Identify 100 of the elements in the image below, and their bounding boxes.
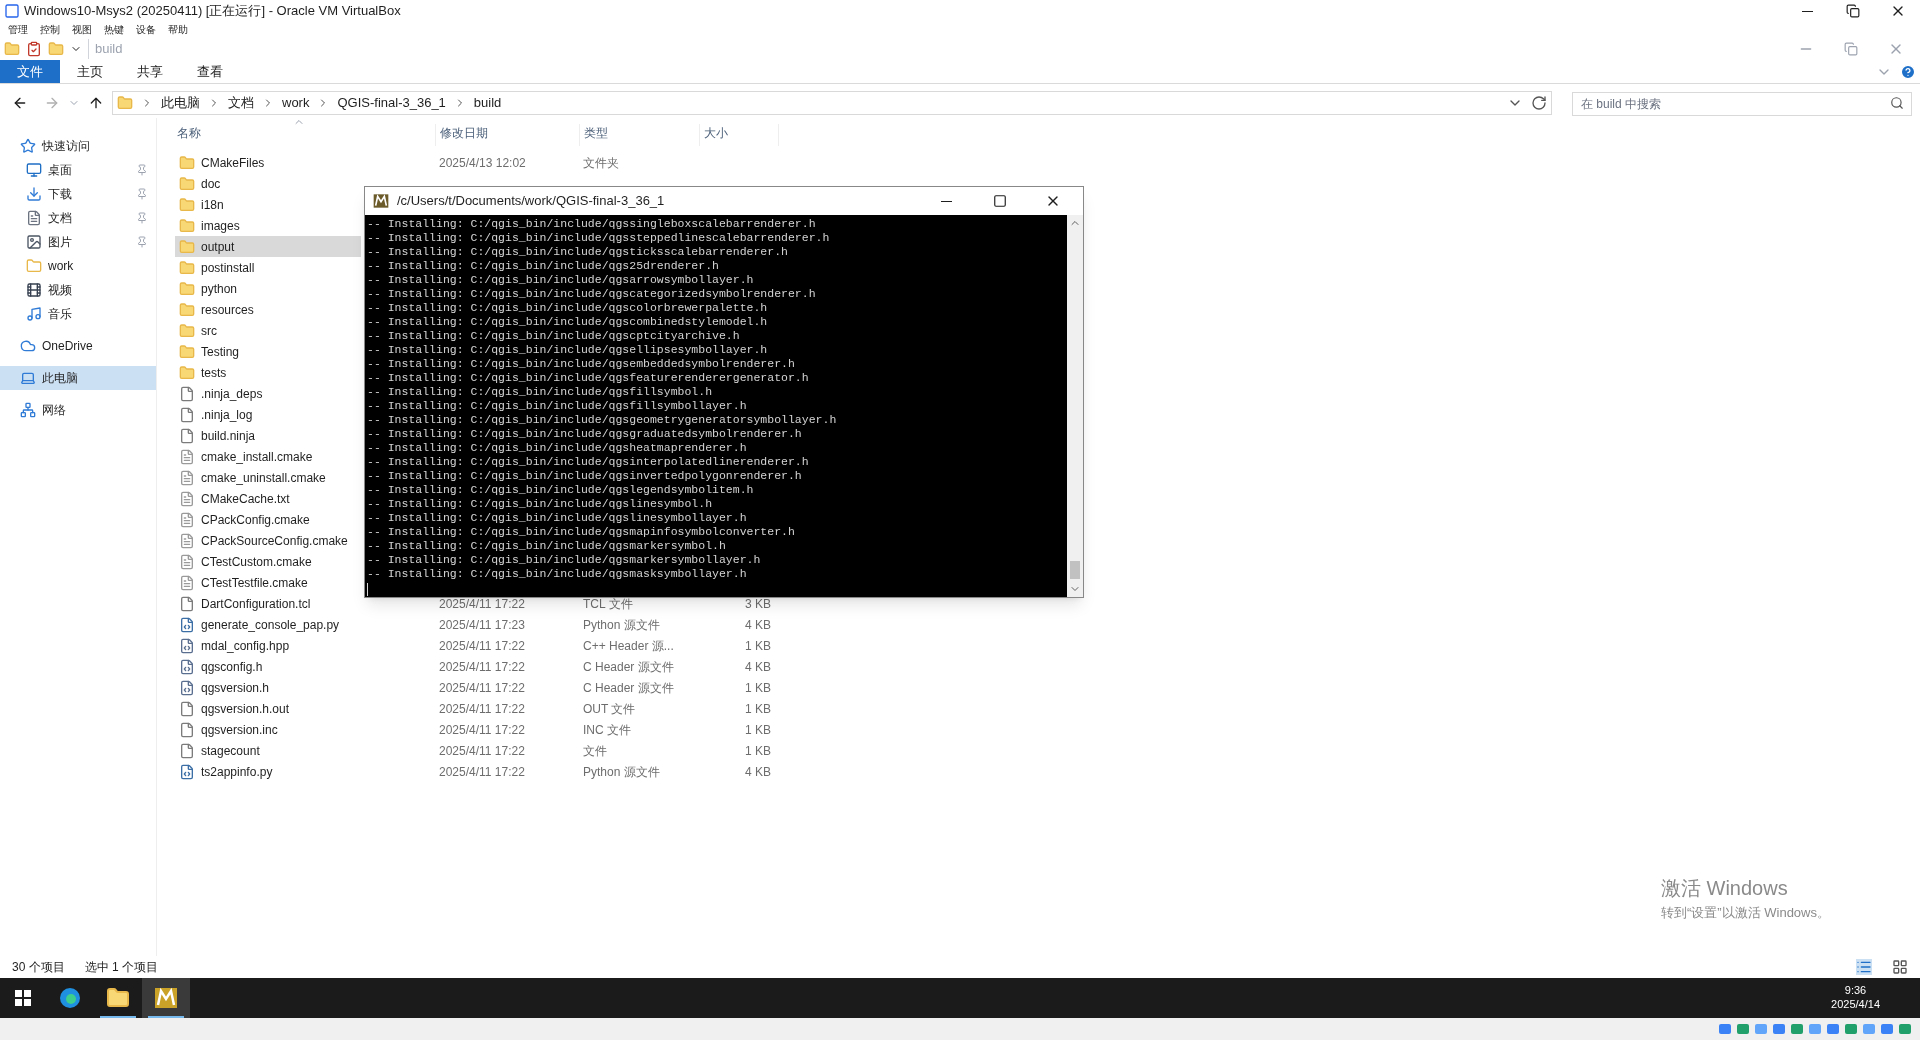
ribbon-tab[interactable]: 主页 <box>60 60 120 83</box>
menu-item[interactable]: 设备 <box>136 25 156 35</box>
nav-item[interactable]: 视频 <box>0 278 156 302</box>
ribbon-tab[interactable]: 文件 <box>0 60 60 83</box>
file-row[interactable]: qgsconfig.h 2025/4/11 17:22 C Header 源文件 4 KB <box>175 656 779 677</box>
nav-item[interactable]: 此电脑 <box>0 366 156 390</box>
device-icon <box>1880 1022 1894 1036</box>
file-row[interactable]: src <box>175 320 361 341</box>
file-size: 3 KB <box>745 596 771 611</box>
file-row[interactable]: build.ninja <box>175 425 361 446</box>
file-size: 4 KB <box>745 617 771 632</box>
taskbar-app[interactable] <box>142 978 190 1018</box>
search-field[interactable]: 在 build 中搜索 <box>1572 92 1912 116</box>
breadcrumb-item[interactable]: 此电脑 <box>161 93 200 113</box>
file-row[interactable]: qgsversion.h.out 2025/4/11 17:22 OUT 文件 1 KB <box>175 698 779 719</box>
breadcrumb-item[interactable]: 文档 <box>228 93 254 113</box>
file-row[interactable]: output <box>175 236 361 257</box>
film-icon <box>26 282 42 298</box>
nav-item[interactable]: 文档 <box>0 206 156 230</box>
file-name: Testing <box>201 343 240 361</box>
folder-icon <box>179 175 195 192</box>
tiles-view-icon[interactable] <box>1892 959 1908 975</box>
text-file-icon <box>179 511 195 528</box>
nav-item[interactable]: 快速访问 <box>0 134 156 158</box>
breadcrumb-item[interactable]: QGIS-final-3_36_1 <box>337 93 446 113</box>
file-row[interactable]: CPackSourceConfig.cmake <box>175 530 361 551</box>
file-row[interactable]: Testing <box>175 341 361 362</box>
folder-icon[interactable] <box>4 41 20 57</box>
search-icon <box>1890 96 1904 110</box>
menu-item[interactable]: 热键 <box>104 25 124 35</box>
file-row[interactable]: i18n <box>175 194 361 215</box>
folder-icon <box>179 301 195 318</box>
nav-item[interactable]: OneDrive <box>0 334 156 358</box>
help-icon[interactable] <box>1900 63 1916 80</box>
script-file-icon <box>179 763 195 780</box>
file-size: 1 KB <box>745 638 771 653</box>
column-header[interactable]: 类型 <box>579 124 699 146</box>
file-row[interactable]: ts2appinfo.py 2025/4/11 17:22 Python 源文件 4 KB <box>175 761 779 782</box>
file-row[interactable]: CPackConfig.cmake <box>175 509 361 530</box>
file-row[interactable]: mdal_config.hpp 2025/4/11 17:22 C++ Header 源... 1 KB <box>175 635 779 656</box>
terminal-line: -- Installing: C:/qgis_bin/include/qgsheatmaprenderer.h <box>367 441 748 455</box>
file-row[interactable]: resources <box>175 299 361 320</box>
column-header[interactable]: 修改日期 <box>435 124 579 146</box>
refresh-icon[interactable] <box>1531 95 1547 111</box>
address-bar[interactable]: 此电脑 文档 work QGIS-final-3_36_1 build <box>112 91 1552 115</box>
file-row[interactable]: qgsversion.h 2025/4/11 17:22 C Header 源文件 1 KB <box>175 677 779 698</box>
terminal-line: -- Installing: C:/qgis_bin/include/qgscolorbrewerpalette.h <box>367 301 769 315</box>
new-folder-icon[interactable] <box>48 41 64 57</box>
column-header[interactable]: 大小 <box>699 124 779 146</box>
clock-date: 2025/4/14 <box>1831 998 1880 1012</box>
scroll-thumb[interactable] <box>1070 561 1080 579</box>
nav-item[interactable]: 网络 <box>0 398 156 422</box>
star-icon <box>20 138 36 154</box>
music-icon <box>26 306 42 322</box>
scrollbar[interactable] <box>1067 215 1083 597</box>
file-row[interactable]: stagecount 2025/4/11 17:22 文件 1 KB <box>175 740 779 761</box>
ribbon-tab[interactable]: 共享 <box>120 60 180 83</box>
forward-icon[interactable] <box>44 95 60 111</box>
file-row[interactable]: cmake_install.cmake <box>175 446 361 467</box>
nav-item[interactable]: 下载 <box>0 182 156 206</box>
file-row[interactable]: CMakeFiles 2025/4/13 12:02 文件夹 <box>175 152 779 173</box>
folder-icon <box>106 986 130 1010</box>
text-file-icon <box>179 532 195 549</box>
file-row[interactable]: CMakeCache.txt <box>175 488 361 509</box>
terminal-line: -- Installing: C:/qgis_bin/include/qgsgraduatedsymbolrenderer.h <box>367 427 803 441</box>
breadcrumb-item[interactable]: build <box>473 93 502 113</box>
breadcrumb-item[interactable]: work <box>282 93 310 113</box>
terminal-line: -- Installing: C:/qgis_bin/include/qgscptcityarchive.h <box>367 329 741 343</box>
nav-item[interactable]: 图片 <box>0 230 156 254</box>
ribbon-tab[interactable]: 查看 <box>180 60 240 83</box>
file-row[interactable]: python <box>175 278 361 299</box>
file-row[interactable]: CTestCustom.cmake <box>175 551 361 572</box>
file-row[interactable]: qgsversion.inc 2025/4/11 17:22 INC 文件 1 KB <box>175 719 779 740</box>
file-row[interactable]: generate_console_pap.py 2025/4/11 17:23 Python 源文件 4 KB <box>175 614 779 635</box>
file-row[interactable]: postinstall <box>175 257 361 278</box>
up-icon[interactable] <box>88 95 104 111</box>
column-header[interactable]: 名称 <box>175 124 435 146</box>
back-icon[interactable] <box>12 95 28 111</box>
minimize-icon <box>1802 10 1813 12</box>
file-row[interactable]: images <box>175 215 361 236</box>
file-row[interactable]: CTestTestfile.cmake <box>175 572 361 593</box>
app-icon <box>4 3 20 19</box>
menu-item[interactable]: 视图 <box>72 25 92 35</box>
nav-item[interactable]: 音乐 <box>0 302 156 326</box>
file-row[interactable]: tests <box>175 362 361 383</box>
nav-item[interactable]: 桌面 <box>0 158 156 182</box>
menu-item[interactable]: 控制 <box>40 25 60 35</box>
menu-item[interactable]: 帮助 <box>168 25 188 35</box>
file-row[interactable]: .ninja_log <box>175 404 361 425</box>
terminal-line: -- Installing: C:/qgis_bin/include/qgsmarkersymbollayer.h <box>367 553 762 567</box>
file-name: cmake_uninstall.cmake <box>201 469 326 487</box>
properties-icon[interactable] <box>26 41 42 57</box>
file-row[interactable]: cmake_uninstall.cmake <box>175 467 361 488</box>
nav-item[interactable]: work <box>0 254 156 278</box>
file-name: output <box>201 238 235 256</box>
file-row[interactable]: .ninja_deps <box>175 383 361 404</box>
menu-item[interactable]: 管理 <box>8 25 28 35</box>
restore-icon[interactable] <box>1844 42 1858 56</box>
details-view-icon[interactable] <box>1856 959 1872 975</box>
file-row[interactable]: doc <box>175 173 361 194</box>
